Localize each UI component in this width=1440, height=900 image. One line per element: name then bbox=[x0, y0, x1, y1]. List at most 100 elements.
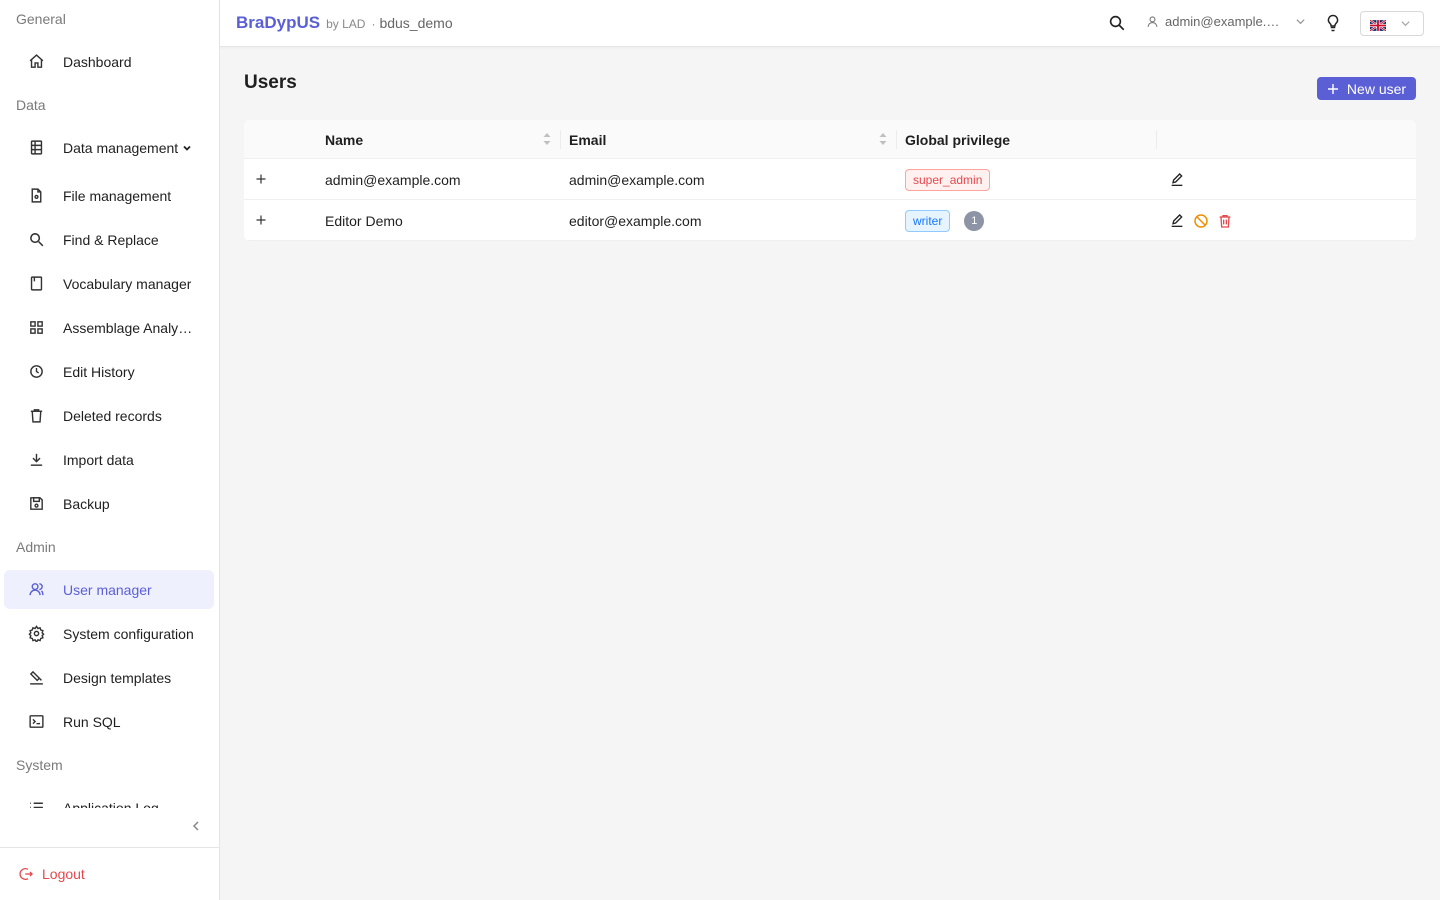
pencil-icon bbox=[1169, 213, 1185, 229]
users-table: Name Email Global privilege admin@exampl… bbox=[244, 120, 1416, 241]
sidebar: General Dashboard Data Data management F… bbox=[0, 0, 220, 900]
plus-icon bbox=[256, 174, 266, 184]
sidebar-item-edit-history[interactable]: Edit History bbox=[4, 352, 214, 391]
block-icon bbox=[1193, 213, 1209, 229]
trash-icon bbox=[26, 406, 46, 426]
plus-icon bbox=[1327, 83, 1339, 95]
terminal-icon bbox=[26, 712, 46, 732]
topbar: BraDypUS by LAD · bdus_demo admin@exampl… bbox=[220, 0, 1440, 47]
sidebar-item-label: File management bbox=[63, 187, 172, 204]
brand-separator: · bbox=[371, 17, 376, 31]
table-icon bbox=[26, 138, 46, 158]
sidebar-nav[interactable]: General Dashboard Data Data management F… bbox=[0, 0, 219, 808]
new-user-button[interactable]: New user bbox=[1317, 77, 1416, 100]
column-header-name[interactable]: Name bbox=[325, 120, 561, 159]
sort-icon[interactable] bbox=[543, 132, 551, 146]
brand[interactable]: BraDypUS by LAD · bdus_demo bbox=[236, 13, 453, 33]
table-row: Editor Demo editor@example.com writer 1 bbox=[244, 200, 1416, 241]
sidebar-item-label: Vocabulary manager bbox=[63, 275, 192, 292]
sidebar-item-user-manager[interactable]: User manager bbox=[4, 570, 214, 609]
sidebar-item-deleted-records[interactable]: Deleted records bbox=[4, 396, 214, 435]
cell-name: admin@example.com bbox=[325, 171, 461, 188]
sidebar-item-label: Dashboard bbox=[63, 53, 132, 70]
sidebar-item-application-log[interactable]: Application Log bbox=[4, 788, 214, 808]
cell-actions bbox=[1168, 159, 1192, 200]
page-title: Users bbox=[244, 72, 297, 93]
sidebar-item-label: Application Log bbox=[63, 799, 159, 809]
chevron-down-icon bbox=[1295, 16, 1306, 27]
column-header-privilege: Global privilege bbox=[905, 120, 1155, 159]
sidebar-item-backup[interactable]: Backup bbox=[4, 484, 214, 523]
chevron-left-icon bbox=[190, 820, 202, 832]
expand-row-button[interactable] bbox=[254, 213, 268, 227]
chevron-down-icon bbox=[182, 143, 192, 153]
delete-button[interactable] bbox=[1216, 212, 1234, 230]
user-icon bbox=[1146, 15, 1159, 28]
section-data: Data bbox=[16, 97, 46, 113]
sidebar-item-data-management[interactable]: Data management bbox=[4, 128, 214, 167]
lightbulb-icon bbox=[1324, 13, 1342, 33]
sidebar-item-label: Data management bbox=[63, 139, 179, 156]
privilege-tag: super_admin bbox=[905, 168, 991, 191]
logout-icon bbox=[18, 866, 34, 882]
logout-button[interactable]: Logout bbox=[0, 847, 219, 900]
users-icon bbox=[26, 580, 46, 600]
sidebar-item-label: Deleted records bbox=[63, 407, 162, 424]
home-icon bbox=[26, 52, 46, 72]
user-menu[interactable]: admin@example.com bbox=[1146, 14, 1306, 29]
sidebar-item-import-data[interactable]: Import data bbox=[4, 440, 214, 479]
user-name: admin@example.com bbox=[1165, 14, 1283, 29]
column-email-label: Email bbox=[569, 131, 607, 148]
column-divider bbox=[1156, 130, 1157, 149]
sidebar-item-label: Design templates bbox=[63, 669, 172, 686]
history-icon bbox=[26, 362, 46, 382]
sidebar-item-label: Import data bbox=[63, 451, 134, 468]
pencil-icon bbox=[1169, 172, 1185, 188]
table-row: admin@example.com admin@example.com supe… bbox=[244, 159, 1416, 200]
sidebar-item-design-templates[interactable]: Design templates bbox=[4, 658, 214, 697]
sidebar-item-label: System configuration bbox=[63, 625, 194, 642]
sidebar-item-label: Edit History bbox=[63, 363, 135, 380]
sidebar-item-label: Run SQL bbox=[63, 713, 121, 730]
download-icon bbox=[26, 450, 46, 470]
table-header: Name Email Global privilege bbox=[244, 120, 1416, 159]
section-general: General bbox=[16, 11, 66, 27]
privilege-tag: writer bbox=[905, 209, 951, 232]
sidebar-item-file-management[interactable]: File management bbox=[4, 176, 214, 215]
brand-by: by LAD bbox=[326, 17, 366, 31]
cell-privilege: super_admin bbox=[905, 159, 991, 200]
sidebar-item-label: User manager bbox=[63, 581, 152, 598]
uk-flag-icon bbox=[1369, 18, 1387, 32]
sidebar-item-system-configuration[interactable]: System configuration bbox=[4, 614, 214, 653]
save-icon bbox=[26, 494, 46, 514]
file-icon bbox=[26, 186, 46, 206]
sidebar-item-vocabulary-manager[interactable]: Vocabulary manager bbox=[4, 264, 214, 303]
help-button[interactable] bbox=[1324, 13, 1342, 36]
disable-button[interactable] bbox=[1192, 212, 1210, 230]
count-badge: 1 bbox=[964, 210, 985, 231]
logout-label: Logout bbox=[42, 866, 85, 882]
sort-icon[interactable] bbox=[879, 132, 887, 146]
trash-icon bbox=[1217, 213, 1233, 229]
brand-name: BraDypUS bbox=[236, 13, 321, 32]
cell-email: admin@example.com bbox=[569, 171, 705, 188]
column-header-email[interactable]: Email bbox=[569, 120, 897, 159]
sidebar-item-assemblage-analysis[interactable]: Assemblage Analysis bbox=[4, 308, 214, 347]
edit-button[interactable] bbox=[1168, 212, 1186, 230]
book-icon bbox=[26, 274, 46, 294]
search-button[interactable] bbox=[1108, 14, 1128, 34]
edit-button[interactable] bbox=[1168, 171, 1186, 189]
column-name-label: Name bbox=[325, 131, 364, 148]
sidebar-item-find-replace[interactable]: Find & Replace bbox=[4, 220, 214, 259]
collapse-sidebar-button[interactable] bbox=[186, 816, 206, 836]
sidebar-item-dashboard[interactable]: Dashboard bbox=[4, 42, 214, 81]
cell-email: editor@example.com bbox=[569, 212, 702, 229]
sidebar-item-run-sql[interactable]: Run SQL bbox=[4, 702, 214, 741]
language-select[interactable] bbox=[1360, 11, 1424, 36]
sidebar-item-label: Backup bbox=[63, 495, 110, 512]
brush-icon bbox=[26, 668, 46, 688]
section-admin: Admin bbox=[16, 539, 56, 555]
column-divider bbox=[560, 130, 561, 149]
plus-icon bbox=[256, 215, 266, 225]
expand-row-button[interactable] bbox=[254, 172, 268, 186]
